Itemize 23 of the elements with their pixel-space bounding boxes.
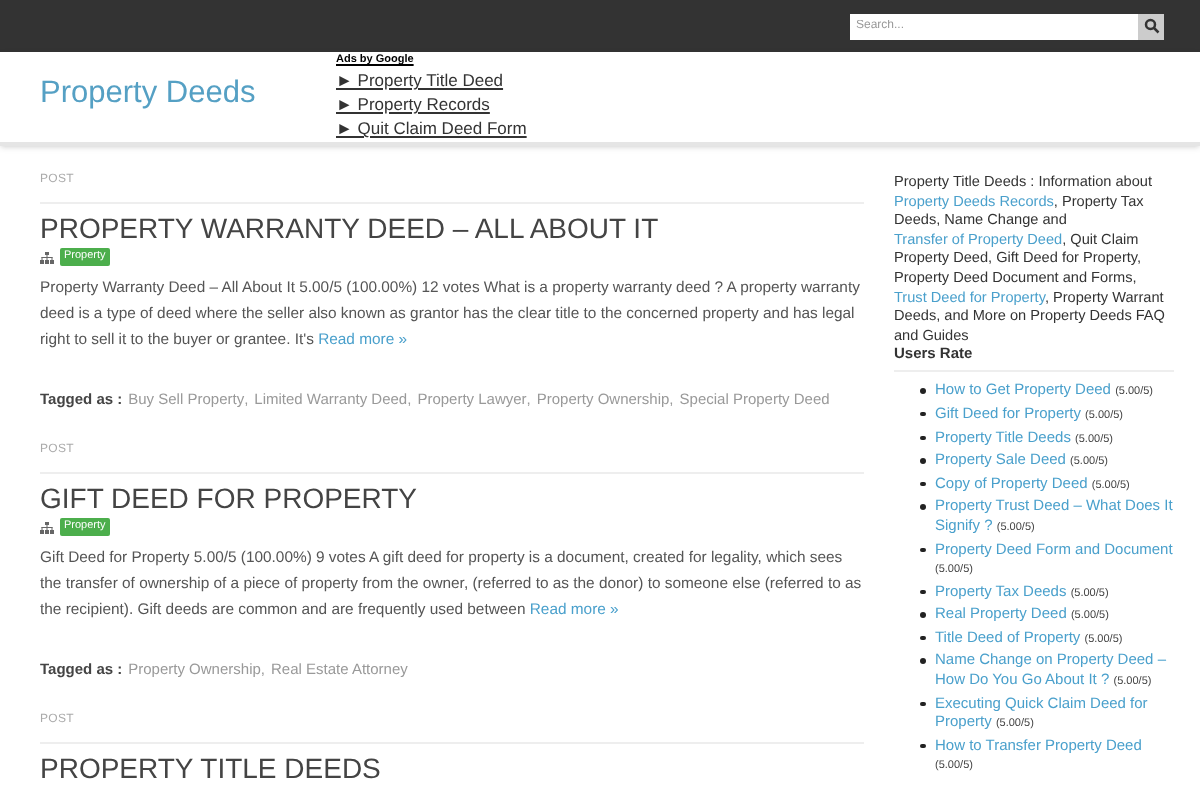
post-title[interactable]: GIFT DEED FOR PROPERTY [40, 482, 864, 516]
bullet-icon [920, 388, 925, 394]
post-title[interactable]: PROPERTY TITLE DEEDS [40, 752, 864, 786]
ad-link[interactable]: ► Property Title Deed [336, 68, 527, 92]
search-icon [1143, 18, 1159, 34]
bullet-icon [920, 589, 925, 595]
ad-link[interactable]: ► Property Records [336, 92, 527, 116]
bullet-icon [920, 411, 925, 417]
bullet-icon [920, 658, 925, 664]
bullet-icon [920, 635, 925, 641]
sitemap-icon [40, 521, 54, 533]
ad-link[interactable]: ► Quit Claim Deed Form [336, 116, 527, 140]
bullet-icon [920, 458, 925, 464]
bullet-icon [920, 547, 925, 552]
bullet-icon [920, 743, 925, 749]
bullet-icon [920, 612, 925, 618]
post-title[interactable]: PROPERTY WARRANTY DEED – ALL ABOUT IT [40, 212, 864, 246]
bullet-icon [920, 504, 925, 510]
bullet-icon [920, 481, 925, 487]
bullet-icon [920, 435, 925, 441]
bullet-icon [920, 701, 925, 707]
sitemap-icon [40, 251, 54, 263]
search-button[interactable] [1138, 13, 1164, 39]
